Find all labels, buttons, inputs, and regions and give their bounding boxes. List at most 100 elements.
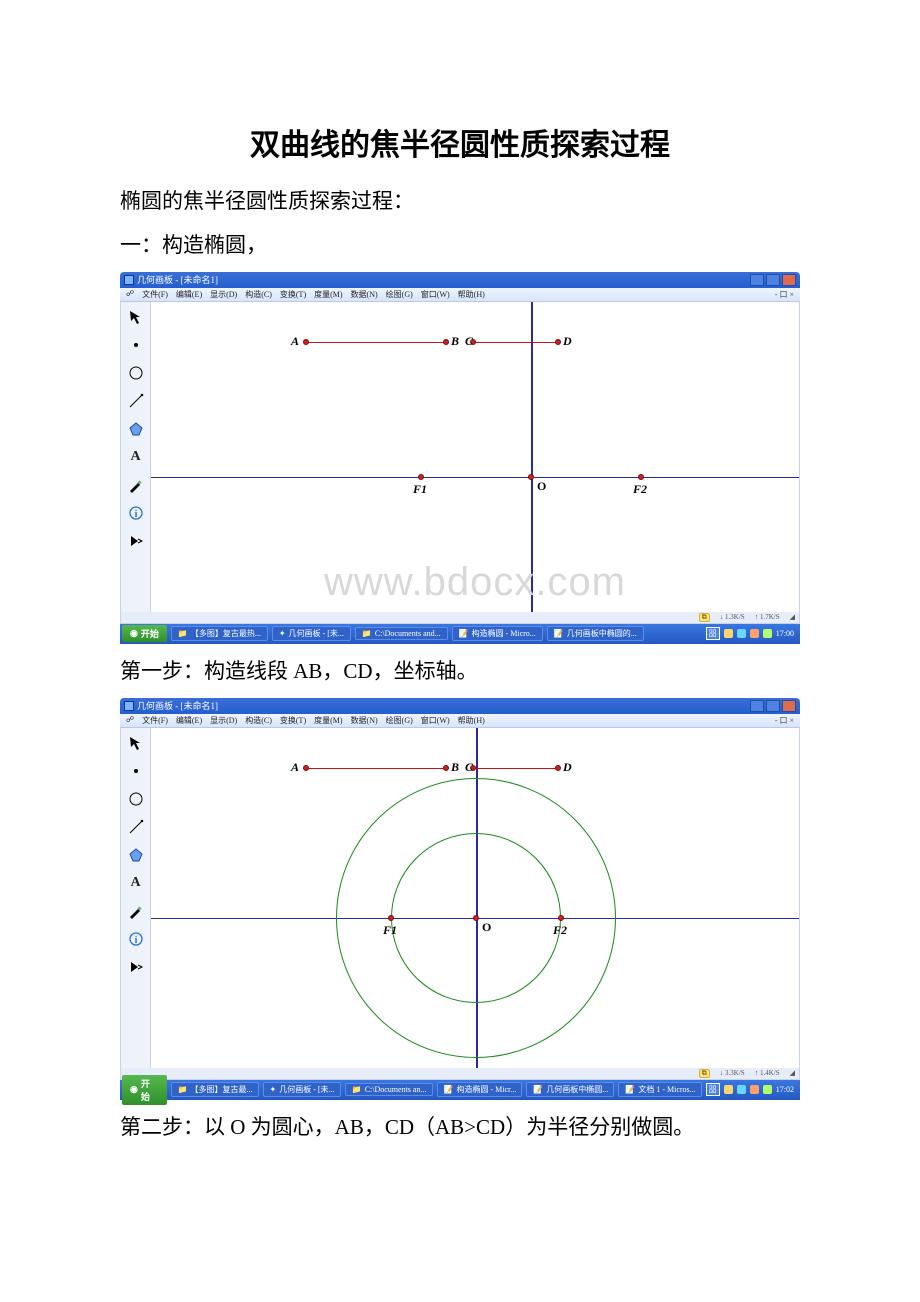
point-f1[interactable] <box>388 915 394 921</box>
sketch-canvas[interactable]: A B C D O F1 F2 www.bdocx.com <box>151 302 799 612</box>
net-badge: ⧉ <box>699 1069 710 1078</box>
tray-icon[interactable] <box>737 629 746 638</box>
x-axis <box>151 477 799 479</box>
custom-tool[interactable] <box>125 956 147 978</box>
arrow-tool[interactable] <box>125 306 147 328</box>
menu-window[interactable]: 窗口(W) <box>421 289 450 300</box>
point-o[interactable] <box>473 915 479 921</box>
status-down: ↓ 1.3K/S <box>720 613 745 621</box>
menu-help[interactable]: 帮助(H) <box>458 289 485 300</box>
tray-icon[interactable] <box>724 1085 733 1094</box>
circle-tool[interactable] <box>125 362 147 384</box>
task-item[interactable]: 📝文档 1 - Micros... <box>618 1082 701 1097</box>
mdi-buttons[interactable]: - 口 × <box>775 715 794 726</box>
sketch-canvas[interactable]: A B C D O F1 F2 <box>151 728 799 1068</box>
menu-construct[interactable]: 构造(C) <box>245 289 272 300</box>
marker-tool[interactable] <box>125 474 147 496</box>
start-button[interactable]: ◉开始 <box>122 1075 167 1105</box>
label-f1: F1 <box>413 482 427 497</box>
text-tool[interactable]: A <box>125 872 147 894</box>
point-a[interactable] <box>303 339 309 345</box>
menu-transform[interactable]: 变换(T) <box>280 715 306 726</box>
info-tool[interactable]: i <box>125 928 147 950</box>
point-f1[interactable] <box>418 474 424 480</box>
text-tool[interactable]: A <box>125 446 147 468</box>
segment-cd[interactable] <box>473 342 558 344</box>
segment-cd[interactable] <box>473 768 558 770</box>
line-tool[interactable] <box>125 816 147 838</box>
menu-file[interactable]: 文件(F) <box>142 289 168 300</box>
menu-measure[interactable]: 度量(M) <box>314 715 342 726</box>
menu-window[interactable]: 窗口(W) <box>421 715 450 726</box>
close-button[interactable] <box>782 274 796 286</box>
taskbar: ◉开始 📁【多图】复古最热... ✦几何画板 - [未... 📁C:\Docum… <box>120 624 800 644</box>
task-item[interactable]: 📁【多图】复古最热... <box>171 626 268 641</box>
label-f1: F1 <box>383 923 397 938</box>
menu-graph[interactable]: 绘图(G) <box>386 289 413 300</box>
menu-data[interactable]: 数据(N) <box>351 715 378 726</box>
menu-file[interactable]: 文件(F) <box>142 715 168 726</box>
task-item[interactable]: 📝构造椭圆 - Micro... <box>452 626 543 641</box>
menu-edit[interactable]: 编辑(E) <box>176 715 202 726</box>
minimize-button[interactable] <box>750 700 764 712</box>
menu-data[interactable]: 数据(N) <box>351 289 378 300</box>
marker-tool[interactable] <box>125 900 147 922</box>
status-bar: ⧉ ↓ 3.3K/S ↑ 1.4K/S ◢ <box>120 1068 800 1080</box>
custom-tool[interactable] <box>125 530 147 552</box>
line-tool[interactable] <box>125 390 147 412</box>
menu-transform[interactable]: 变换(T) <box>280 289 306 300</box>
task-item[interactable]: 📝构造椭圆 - Micr... <box>437 1082 523 1097</box>
point-d[interactable] <box>555 339 561 345</box>
menu-edit[interactable]: 编辑(E) <box>176 289 202 300</box>
point-b[interactable] <box>443 339 449 345</box>
point-d[interactable] <box>555 765 561 771</box>
circle-tool[interactable] <box>125 788 147 810</box>
minimize-button[interactable] <box>750 274 764 286</box>
menu-display[interactable]: 显示(D) <box>210 289 237 300</box>
mdi-buttons[interactable]: - 口 × <box>775 289 794 300</box>
clock: 17:02 <box>776 1085 794 1094</box>
close-button[interactable] <box>782 700 796 712</box>
window-buttons <box>750 700 796 712</box>
point-tool[interactable] <box>125 334 147 356</box>
task-item[interactable]: 📁C:\Documents and... <box>355 627 448 640</box>
task-item[interactable]: 📁【多图】复古最... <box>171 1082 259 1097</box>
tray-icon[interactable] <box>750 629 759 638</box>
info-tool[interactable]: i <box>125 502 147 524</box>
tray-icon[interactable] <box>763 629 772 638</box>
menu-graph[interactable]: 绘图(G) <box>386 715 413 726</box>
label-o: O <box>537 479 546 494</box>
segment-ab[interactable] <box>306 768 446 770</box>
task-item[interactable]: 📁C:\Documents an... <box>345 1083 433 1096</box>
menu-bar: ☍ 文件(F) 编辑(E) 显示(D) 构造(C) 变换(T) 度量(M) 数据… <box>120 288 800 302</box>
point-tool[interactable] <box>125 760 147 782</box>
taskbar: ◉开始 📁【多图】复古最... ✦几何画板 - [未... 📁C:\Docume… <box>120 1080 800 1100</box>
tray-icon[interactable] <box>737 1085 746 1094</box>
menu-construct[interactable]: 构造(C) <box>245 715 272 726</box>
menu-help[interactable]: 帮助(H) <box>458 715 485 726</box>
lang-indicator[interactable]: 㗊 <box>706 1083 720 1096</box>
tray-icon[interactable] <box>750 1085 759 1094</box>
task-item[interactable]: ✦几何画板 - [未... <box>263 1082 341 1097</box>
maximize-button[interactable] <box>766 274 780 286</box>
task-item[interactable]: 📝几何画板中椭圆的... <box>547 626 644 641</box>
arrow-tool[interactable] <box>125 732 147 754</box>
maximize-button[interactable] <box>766 700 780 712</box>
task-item[interactable]: 📝几何画板中椭圆... <box>526 1082 614 1097</box>
segment-ab[interactable] <box>306 342 446 344</box>
point-f2[interactable] <box>558 915 564 921</box>
lang-indicator[interactable]: 㗊 <box>706 627 720 640</box>
point-o[interactable] <box>528 474 534 480</box>
point-a[interactable] <box>303 765 309 771</box>
menu-display[interactable]: 显示(D) <box>210 715 237 726</box>
task-item[interactable]: ✦几何画板 - [未... <box>272 626 351 641</box>
tray-icon[interactable] <box>763 1085 772 1094</box>
net-badge: ⧉ <box>699 613 710 622</box>
polygon-tool[interactable] <box>125 844 147 866</box>
point-b[interactable] <box>443 765 449 771</box>
point-f2[interactable] <box>638 474 644 480</box>
start-button[interactable]: ◉开始 <box>122 625 167 642</box>
menu-measure[interactable]: 度量(M) <box>314 289 342 300</box>
tray-icon[interactable] <box>724 629 733 638</box>
polygon-tool[interactable] <box>125 418 147 440</box>
